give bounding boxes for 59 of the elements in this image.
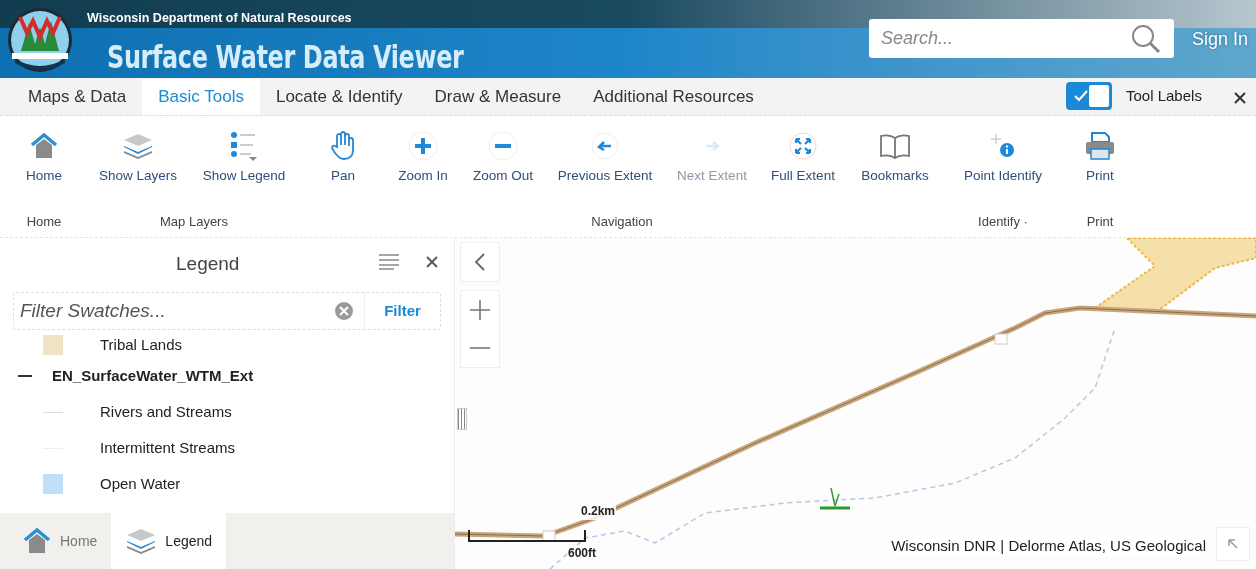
tool-button[interactable]: Zoom In: [386, 116, 460, 200]
splitter-handle[interactable]: [457, 408, 467, 430]
tab[interactable]: Locate & Identify: [259, 79, 419, 115]
tool-button[interactable]: Bookmarks: [846, 116, 944, 200]
tool-button[interactable]: Show Layers: [88, 116, 188, 200]
chevron-icon: [474, 253, 486, 271]
group-label: Home: [25, 213, 63, 231]
legend-icon: [229, 131, 259, 161]
agency-name: Wisconsin Department of Natural Resources: [87, 10, 352, 27]
arrow-icon: [1228, 539, 1238, 549]
legend-label: Open Water: [100, 473, 181, 494]
home-icon: [22, 527, 52, 555]
hand-icon: [329, 131, 357, 161]
app-title: Surface Water Data Viewer: [107, 37, 464, 77]
home-icon: [29, 132, 59, 160]
printer-icon: [1084, 131, 1116, 161]
group-label: Identify ·: [977, 213, 1029, 231]
collapse-button[interactable]: [1216, 527, 1250, 561]
tab[interactable]: Basic Tools: [142, 79, 260, 115]
layers-icon: [125, 527, 158, 555]
close-icon: [426, 256, 438, 268]
minus-icon: [470, 346, 490, 350]
tool-button[interactable]: Previous Extent: [546, 116, 664, 200]
group-label: Map Layers: [159, 213, 229, 231]
layers-icon: [122, 132, 154, 160]
collapse-panel-button[interactable]: [460, 242, 500, 282]
menu-icon: [378, 254, 400, 270]
scale-label: 600ft: [568, 545, 596, 562]
legend-label: Rivers and Streams: [100, 401, 232, 422]
plus-icon: [408, 131, 438, 161]
tool-button[interactable]: Print: [1062, 116, 1138, 200]
tab[interactable]: Maps & Data: [12, 79, 143, 115]
tool-button[interactable]: Zoom Out: [460, 116, 546, 200]
group-label: Print: [1085, 213, 1115, 231]
legend-label: Intermittent Streams: [100, 437, 236, 458]
close-icon: [1233, 91, 1247, 105]
tab[interactable]: Additional Resources: [577, 79, 770, 115]
book-icon: [879, 132, 911, 160]
panel-title: Legend: [176, 252, 240, 276]
legend-label: Tribal Lands: [100, 334, 182, 355]
search-icon: [1130, 22, 1162, 55]
toggle-label: Tool Labels: [1126, 85, 1202, 106]
legend-group-label: EN_SurfaceWater_WTM_Ext: [52, 365, 254, 386]
check-icon: [1074, 90, 1088, 102]
tab[interactable]: Draw & Measure: [418, 79, 578, 115]
tool-button[interactable]: Home: [0, 116, 88, 200]
logo-icon: [7, 7, 73, 73]
minus-icon: [488, 131, 518, 161]
tool-button[interactable]: Show Legend: [188, 116, 300, 200]
tool-button[interactable]: Full Extent: [760, 116, 846, 200]
plus-icon: [470, 300, 490, 320]
scale-label: 0.2km: [580, 502, 617, 520]
tool-button[interactable]: Pan: [300, 116, 386, 200]
expand-icon: [788, 131, 818, 161]
panel-tab[interactable]: Home: [8, 513, 112, 569]
group-label: Navigation: [590, 213, 654, 231]
panel-tab[interactable]: Legend: [111, 513, 227, 569]
tool-button[interactable]: Point Identify: [944, 116, 1062, 200]
toggle-switch[interactable]: [1066, 82, 1112, 110]
